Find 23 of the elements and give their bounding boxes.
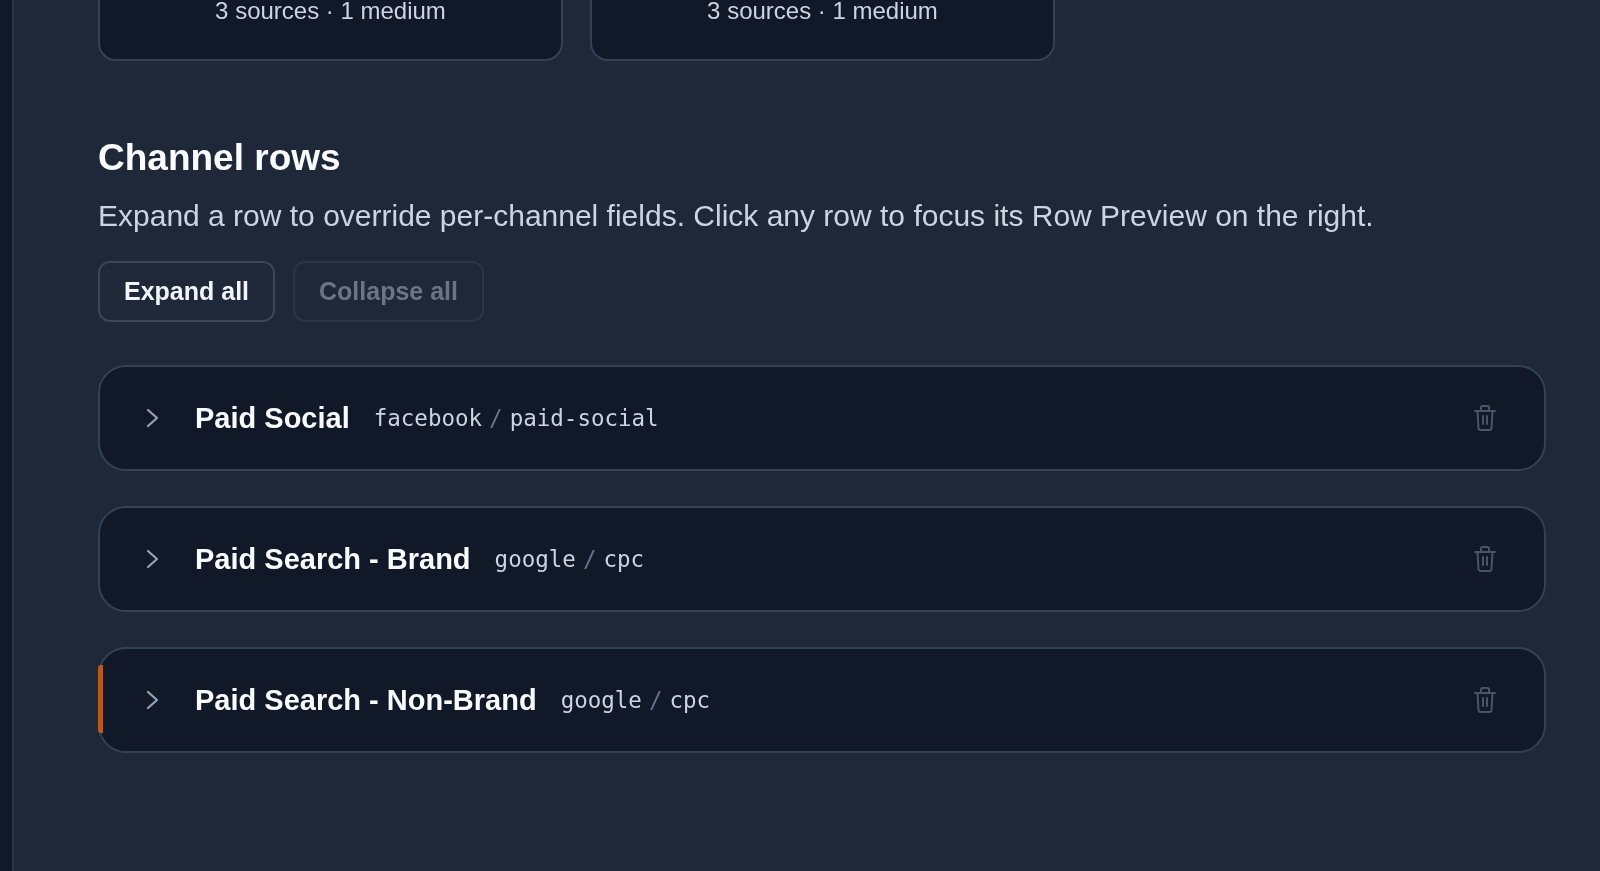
card-caption: 3 sources · 1 medium bbox=[215, 0, 446, 24]
medium-label: paid-social bbox=[509, 405, 659, 431]
channel-name: Paid Search - Non-Brand bbox=[195, 683, 537, 717]
source-label: facebook bbox=[373, 405, 483, 431]
slash-separator: / bbox=[582, 546, 597, 572]
channel-row[interactable]: Paid Search - Non-Brand google / cpc bbox=[98, 647, 1546, 753]
medium-label: cpc bbox=[603, 546, 645, 572]
slash-separator: / bbox=[648, 687, 663, 713]
card-caption: 3 sources · 1 medium bbox=[707, 0, 938, 24]
channel-row[interactable]: Paid Search - Brand google / cpc bbox=[98, 506, 1546, 612]
channel-name: Paid Search - Brand bbox=[195, 542, 471, 576]
source-label: google bbox=[560, 687, 642, 713]
medium-label: cpc bbox=[669, 687, 711, 713]
source-label: google bbox=[494, 546, 576, 572]
channel-name: Paid Social bbox=[195, 401, 350, 435]
section-title: Channel rows bbox=[98, 136, 341, 180]
chevron-icon[interactable] bbox=[146, 547, 160, 571]
section-description: Expand a row to override per-channel fields. Click any row to focus its Row Preview on the right. bbox=[98, 198, 1374, 234]
channel-row[interactable]: Paid Social facebook / paid-social bbox=[98, 365, 1546, 471]
chevron-icon[interactable] bbox=[146, 406, 160, 430]
chevron-icon[interactable] bbox=[146, 688, 160, 712]
slash-separator: / bbox=[489, 405, 503, 431]
expand-all-button[interactable]: Expand all bbox=[98, 261, 276, 322]
